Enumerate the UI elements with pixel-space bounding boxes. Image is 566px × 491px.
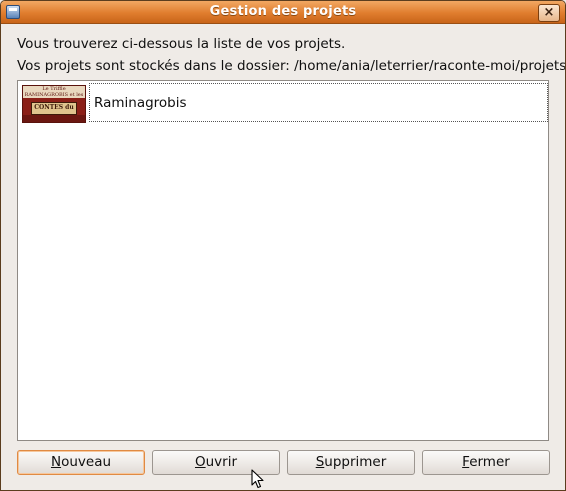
delete-project-button[interactable]: Supprimer xyxy=(287,450,415,475)
project-list[interactable]: Le Triffle RAMINAGROBIS et les SOURIS CO… xyxy=(17,80,549,441)
intro-text: Vous trouverez ci-dessous la liste de vo… xyxy=(17,36,346,52)
project-name: Raminagrobis xyxy=(94,95,187,111)
thumbnail-footer xyxy=(23,115,85,122)
title-bar[interactable]: Gestion des projets × xyxy=(1,1,565,24)
delete-label-rest: upprimer xyxy=(324,454,387,470)
delete-mnemonic: S xyxy=(315,454,325,470)
close-label-rest: ermer xyxy=(469,454,510,470)
project-name-cell[interactable]: Raminagrobis xyxy=(89,83,548,122)
open-mnemonic: O xyxy=(194,454,206,470)
thumbnail-top-text: Le Triffle RAMINAGROBIS et les SOURIS xyxy=(23,86,85,98)
thumbnail-banner-text: CONTES du FOYER xyxy=(31,102,77,115)
close-window-button[interactable]: × xyxy=(538,4,560,22)
new-project-button[interactable]: Nouveau xyxy=(17,450,145,475)
new-label-rest: ouveau xyxy=(61,454,112,470)
mouse-pointer-icon xyxy=(251,469,264,489)
storage-path-text: Vos projets sont stockés dans le dossier… xyxy=(17,58,566,74)
list-item[interactable]: Le Triffle RAMINAGROBIS et les SOURIS CO… xyxy=(20,83,550,123)
new-mnemonic: N xyxy=(50,454,62,470)
project-thumbnail: Le Triffle RAMINAGROBIS et les SOURIS CO… xyxy=(22,85,86,123)
close-dialog-button[interactable]: Fermer xyxy=(422,450,550,475)
window-title: Gestion des projets xyxy=(209,4,357,19)
open-label-rest: uvrir xyxy=(205,454,238,470)
project-manager-dialog: Gestion des projets × Vous trouverez ci-… xyxy=(0,0,566,491)
